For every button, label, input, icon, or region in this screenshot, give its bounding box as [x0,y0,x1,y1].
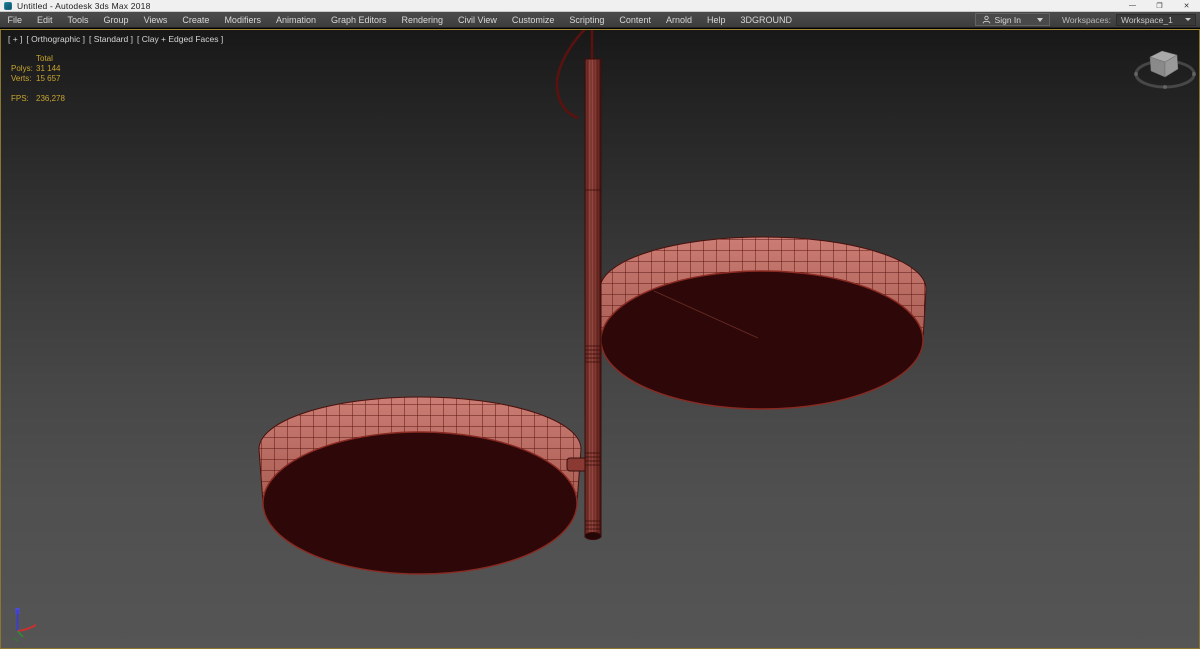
window-titlebar: Untitled - Autodesk 3ds Max 2018 — ❐ ✕ [0,0,1200,12]
window-controls: — ❐ ✕ [1119,0,1200,12]
statistics-overlay: Total Polys: 31 144 Verts: 15 657 FPS: 236,… [11,54,65,104]
menu-item-civil-view[interactable]: Civil View [451,12,505,28]
chevron-down-icon [1037,17,1044,22]
menu-bar-right: Sign In Workspaces: Workspace_1 [974,13,1200,26]
menu-item-content[interactable]: Content [612,12,659,28]
viewcube[interactable] [1134,50,1196,89]
stats-total-header: Total [36,54,53,63]
menu-bar-items: File Edit Tools Group Views Create Modifiers An… [0,12,800,27]
scene-canvas[interactable] [1,30,1199,648]
menu-item-file[interactable]: File [0,12,30,28]
stats-fps-label: FPS: [11,94,29,103]
menu-item-create[interactable]: Create [175,12,217,28]
menu-item-modifiers[interactable]: Modifiers [217,12,269,28]
menu-item-tools[interactable]: Tools [60,12,96,28]
3ds-max-app-icon[interactable] [4,1,12,10]
workspace-value: Workspace_1 [1121,14,1173,25]
sign-in-label: Sign In [994,14,1022,25]
stats-polys-label: Polys: [11,64,33,73]
menu-item-views[interactable]: Views [136,12,175,28]
person-icon [982,15,990,24]
viewport-label: [ + ] [ Orthographic ] [ Standard ] [ Clay … [8,34,223,44]
menu-item-rendering[interactable]: Rendering [394,12,451,28]
menu-item-scripting[interactable]: Scripting [562,12,612,28]
viewport-label-segment-3[interactable]: [ Clay + Edged Faces ] [137,34,223,44]
stats-verts-value: 15 657 [36,74,61,83]
menu-item-help[interactable]: Help [699,12,733,28]
viewport-label-segment-1[interactable]: [ Orthographic ] [26,34,85,44]
viewport-label-segment-0[interactable]: [ + ] [8,34,22,44]
menu-item-graph-editors[interactable]: Graph Editors [323,12,394,28]
workspace-dropdown[interactable]: Workspace_1 [1116,13,1196,26]
minimize-button[interactable]: — [1119,0,1146,12]
window-title: Untitled - Autodesk 3ds Max 2018 [17,0,151,11]
hanging-rod[interactable] [584,58,602,541]
menu-item-edit[interactable]: Edit [30,12,61,28]
sign-in-button[interactable]: Sign In [974,13,1051,26]
menu-item-animation[interactable]: Animation [268,12,323,28]
lamp-disc-left[interactable] [258,396,592,575]
workspaces-label: Workspaces: [1062,14,1111,25]
menu-item-3dground[interactable]: 3DGROUND [733,12,800,28]
menu-item-group[interactable]: Group [96,12,136,28]
viewport-label-segment-2[interactable]: [ Standard ] [89,34,133,44]
stats-fps-value: 236,278 [36,94,65,103]
menu-item-customize[interactable]: Customize [504,12,562,28]
lamp-disc-right[interactable] [599,236,927,410]
restore-button[interactable]: ❐ [1146,0,1173,12]
stats-verts-label: Verts: [11,74,32,83]
menu-bar: File Edit Tools Group Views Create Modifiers An… [0,12,1200,28]
viewport[interactable]: [ + ] [ Orthographic ] [ Standard ] [ Clay … [0,29,1200,649]
menu-item-arnold[interactable]: Arnold [658,12,699,28]
close-button[interactable]: ✕ [1173,0,1200,12]
stats-polys-value: 31 144 [36,64,61,73]
3ds-max-window: Untitled - Autodesk 3ds Max 2018 — ❐ ✕ F… [0,0,1200,649]
world-axis-tripod [12,608,37,642]
chevron-down-icon [1185,18,1191,21]
